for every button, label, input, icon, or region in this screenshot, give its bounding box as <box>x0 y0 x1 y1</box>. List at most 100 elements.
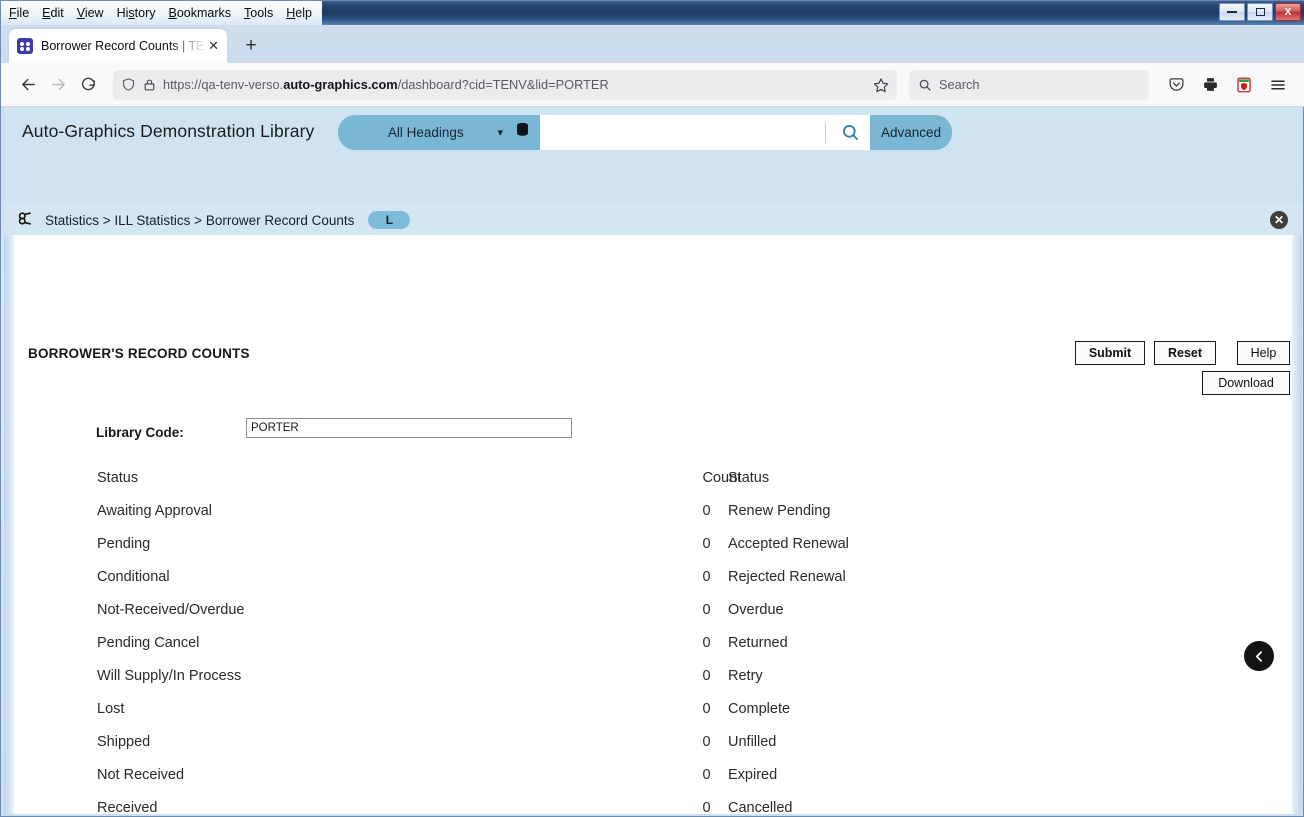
menu-bookmarks[interactable]: Bookmarks <box>169 1 232 25</box>
table-row: Retry 0 <box>644 659 1302 692</box>
toolbar-right-icons <box>1161 70 1293 100</box>
app-menu-icon[interactable] <box>1263 70 1293 100</box>
cell-status: Rejected Renewal <box>728 568 846 585</box>
close-window-button[interactable]: X <box>1275 3 1301 21</box>
help-button[interactable]: Help <box>1237 341 1290 365</box>
search-submit-icon[interactable] <box>830 115 870 150</box>
cell-count: 3 <box>849 692 1302 725</box>
titlebar-background <box>321 1 1304 25</box>
table-row: Will Supply/In Process 0 <box>14 659 741 692</box>
library-title: Auto-Graphics Demonstration Library <box>22 121 315 141</box>
new-tab-button[interactable]: + <box>239 35 263 57</box>
record-counts-tables: Status Count Awaiting Approval 0 Pending 0 C… <box>14 461 1292 815</box>
cell-status: Returned <box>728 634 788 651</box>
cell-status: Complete <box>728 700 791 717</box>
browser-search-placeholder: Search <box>939 77 980 92</box>
cell-status: Retry <box>728 667 763 684</box>
tab-title: Borrower Record Counts | TENV <box>41 39 207 53</box>
cell-status: Shipped <box>97 733 151 750</box>
cell-count: 0 <box>849 560 1302 593</box>
browser-search-box[interactable]: Search <box>909 69 1149 100</box>
window-titlebar: File Edit View History Bookmarks Tools Help X <box>1 1 1304 25</box>
table-row: Not Received 0 <box>14 758 741 791</box>
lock-icon <box>143 78 156 92</box>
menu-view[interactable]: View <box>77 1 104 25</box>
reload-icon[interactable] <box>73 70 103 100</box>
favicon-icon <box>17 38 33 54</box>
maximize-button[interactable] <box>1247 3 1273 21</box>
table-row: Unfilled 0 <box>644 725 1302 758</box>
table-header-row: Status Count <box>644 461 1302 494</box>
browser-tab[interactable]: Borrower Record Counts | TENV ✕ <box>9 29 227 63</box>
table-row: Pending 0 <box>14 527 741 560</box>
advanced-search-button[interactable]: Advanced <box>870 115 952 150</box>
table-row: Accepted Renewal0 <box>644 527 1302 560</box>
breadcrumb-bar: Statistics > ILL Statistics > Borrower R… <box>4 205 1302 235</box>
cell-count: 0 <box>849 725 1302 758</box>
cell-status: Will Supply/In Process <box>97 667 242 684</box>
database-icon[interactable] <box>515 122 530 143</box>
window-controls: X <box>1219 3 1301 21</box>
shield-icon <box>121 77 136 92</box>
table-row: Shipped 0 <box>14 725 741 758</box>
extension-icon[interactable] <box>1229 70 1259 100</box>
menu-help[interactable]: Help <box>286 1 312 25</box>
bookmark-star-icon[interactable] <box>873 77 889 93</box>
browser-toolbar: https://qa-tenv-verso.auto-graphics.com/… <box>1 63 1304 107</box>
table-row: Not-Received/Overdue 0 <box>14 593 741 626</box>
save-to-pocket-icon[interactable] <box>1161 70 1191 100</box>
print-icon[interactable] <box>1195 70 1225 100</box>
cell-count: 0 <box>849 758 1302 791</box>
collapse-panel-button[interactable] <box>1244 641 1274 671</box>
cell-status: Not-Received/Overdue <box>97 601 245 618</box>
menu-edit[interactable]: Edit <box>42 1 64 25</box>
table-row: Overdue 1 <box>644 593 1302 626</box>
search-divider <box>825 122 826 143</box>
table-row: Renew Pending 0 <box>644 494 1302 527</box>
cell-status: Overdue <box>728 601 784 618</box>
chevron-down-icon: ▾ <box>497 127 503 139</box>
cell-status: Unfilled <box>728 733 777 750</box>
table-row: Expired 0 <box>644 758 1302 791</box>
right-counts-table: Status Count Renew Pending0Accepted Rene… <box>644 461 1302 815</box>
cell-count: 0 <box>849 626 1302 659</box>
breadcrumb-badge-l[interactable]: L <box>368 211 411 229</box>
forward-icon[interactable] <box>43 70 73 100</box>
cell-count: 1 <box>849 593 1302 626</box>
url-text: https://qa-tenv-verso.auto-graphics.com/… <box>163 77 609 92</box>
menu-file[interactable]: File <box>9 1 29 25</box>
download-button[interactable]: Download <box>1202 371 1290 395</box>
search-scope-dropdown[interactable]: All Headings ▾ <box>338 115 540 150</box>
back-icon[interactable] <box>13 70 43 100</box>
search-input-wrap[interactable] <box>540 115 830 150</box>
close-tab-icon[interactable]: ✕ <box>208 38 219 54</box>
left-counts-column: Status Count Awaiting Approval 0 Pending 0 C… <box>14 461 741 815</box>
table-row: Awaiting Approval 0 <box>14 494 741 527</box>
cell-count: 0 <box>849 791 1302 814</box>
table-row: Pending Cancel 0 <box>14 626 741 659</box>
cell-status: Renew Pending <box>728 502 831 519</box>
menu-tools[interactable]: Tools <box>244 1 273 25</box>
library-code-input[interactable] <box>246 418 572 438</box>
cell-status: Received <box>97 799 158 815</box>
breadcrumb[interactable]: Statistics > ILL Statistics > Borrower R… <box>45 213 354 228</box>
library-code-label: Library Code: <box>96 425 184 440</box>
page-title: BORROWER'S RECORD COUNTS <box>28 346 250 361</box>
close-panel-icon[interactable]: ✕ <box>1270 211 1288 229</box>
reset-button[interactable]: Reset <box>1154 341 1216 365</box>
cell-status: Not Received <box>97 766 185 783</box>
menu-history[interactable]: History <box>117 1 156 25</box>
catalog-search-group: All Headings ▾ Advanced <box>338 115 952 150</box>
cell-status: Awaiting Approval <box>97 502 213 519</box>
browser-window: File Edit View History Bookmarks Tools Help X … <box>0 0 1304 817</box>
cell-status: Lost <box>97 700 125 717</box>
cell-count: 0 <box>849 527 1302 560</box>
table-row: Cancelled 0 <box>644 791 1302 815</box>
cell-status: Cancelled <box>728 799 793 815</box>
address-bar[interactable]: https://qa-tenv-verso.auto-graphics.com/… <box>113 69 897 100</box>
submit-button[interactable]: Submit <box>1075 341 1145 365</box>
minimize-button[interactable] <box>1219 3 1245 21</box>
cell-count: 0 <box>849 494 1302 527</box>
search-input <box>544 121 825 144</box>
table-row: Lost 0 <box>14 692 741 725</box>
